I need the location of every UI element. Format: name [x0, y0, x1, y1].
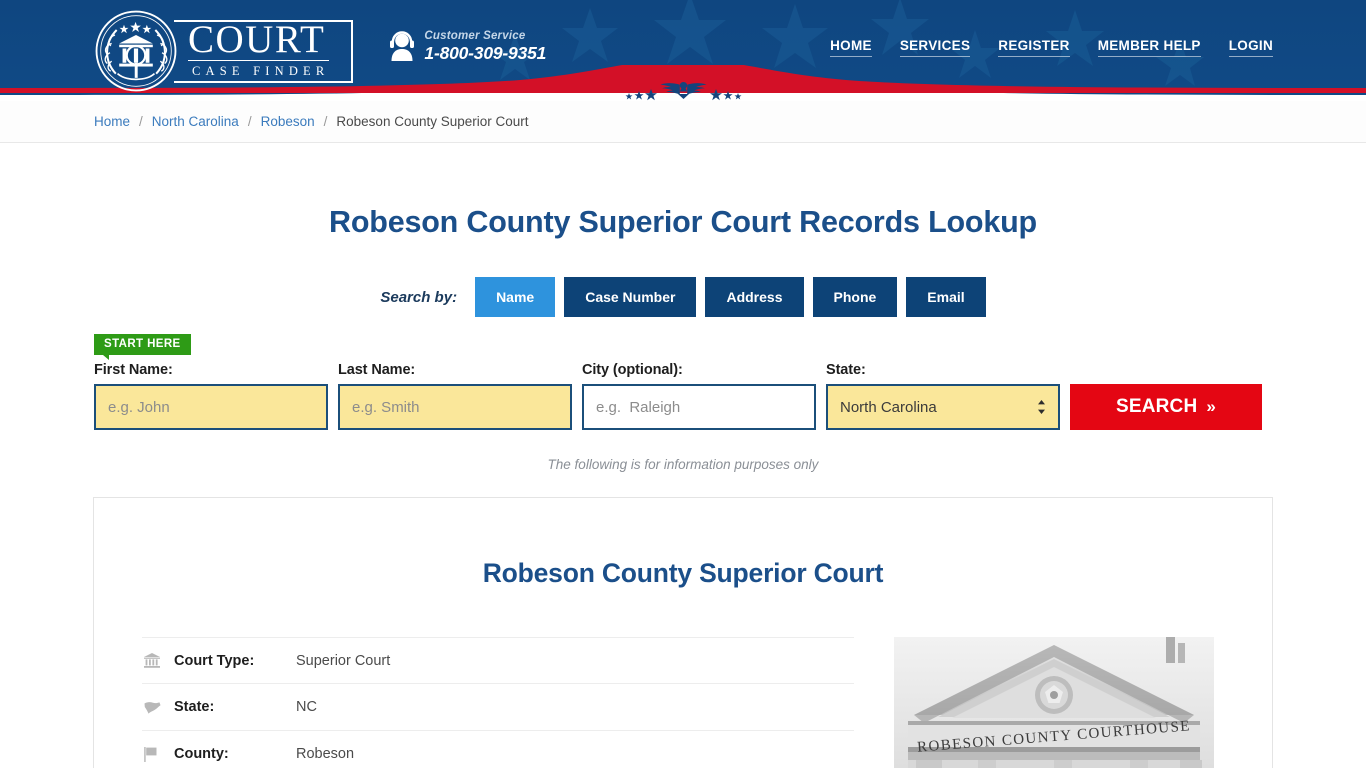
first-name-field-group: First Name:: [94, 362, 328, 430]
last-name-field-group: Last Name:: [338, 362, 572, 430]
customer-service-label: Customer Service: [424, 30, 526, 42]
breadcrumb-bar: Home / North Carolina / Robeson / Robeso…: [0, 101, 1366, 143]
court-type-key: Court Type:: [174, 652, 255, 669]
tab-name[interactable]: Name: [475, 277, 556, 317]
state-key: State:: [174, 699, 215, 715]
nav-register[interactable]: REGISTER: [998, 38, 1070, 57]
search-button[interactable]: SEARCH »: [1070, 384, 1262, 430]
nav-services[interactable]: SERVICES: [899, 38, 971, 57]
courthouse-photo-graphic: ROBESON COUNTY COURTHOUSE: [894, 637, 1214, 768]
court-detail-card: Robeson County Superior Court Court Type…: [93, 497, 1273, 768]
breadcrumb-item-current: Robeson County Superior Court: [336, 114, 529, 129]
bank-building-icon: [144, 653, 174, 668]
nav-login[interactable]: LOGIN: [1228, 38, 1273, 57]
search-by-tabs: Search by: Name Case Number Address Phon…: [93, 277, 1273, 317]
table-row: County: Robeson: [142, 731, 854, 768]
logo-subword: CASE FINDER: [192, 64, 330, 79]
site-header: COURT CASE FINDER Customer Service 1-800…: [0, 0, 1366, 101]
tab-email[interactable]: Email: [906, 277, 986, 317]
customer-service-phone[interactable]: 1-800-309-9351: [424, 44, 546, 63]
breadcrumb: Home / North Carolina / Robeson / Robeso…: [93, 114, 1273, 129]
breadcrumb-separator: /: [247, 114, 252, 129]
start-here-badge: START HERE: [94, 334, 191, 360]
eagle-emblem-icon: [625, 82, 742, 101]
breadcrumb-item-north-carolina[interactable]: North Carolina: [152, 114, 239, 129]
county-value: Robeson: [296, 746, 355, 762]
us-map-icon: [144, 701, 174, 714]
city-input[interactable]: [582, 384, 816, 430]
nav-member-help[interactable]: MEMBER HELP: [1097, 38, 1201, 57]
city-label: City (optional):: [582, 362, 683, 378]
court-name-heading: Robeson County Superior Court: [482, 558, 884, 588]
double-chevron-right-icon: »: [1206, 397, 1217, 416]
state-select-wrap: North Carolina: [826, 384, 1060, 430]
state-label: State:: [826, 362, 866, 378]
tab-case-number[interactable]: Case Number: [564, 277, 697, 317]
state-value: NC: [296, 699, 317, 715]
city-field-group: City (optional):: [582, 362, 816, 430]
court-type-value: Superior Court: [296, 652, 391, 669]
customer-service-block[interactable]: Customer Service 1-800-309-9351: [389, 30, 546, 62]
table-row: State: NC: [142, 684, 854, 731]
search-by-label: Search by:: [380, 288, 458, 306]
breadcrumb-separator: /: [139, 114, 143, 129]
county-key: County:: [174, 746, 229, 762]
last-name-input[interactable]: [338, 384, 572, 430]
breadcrumb-separator: /: [323, 114, 328, 129]
flag-icon: [144, 746, 174, 762]
breadcrumb-item-robeson[interactable]: Robeson: [261, 114, 315, 129]
state-field-group: State: North Carolina: [826, 362, 1060, 430]
robeson-county-courthouse-photo: ROBESON COUNTY COURTHOUSE: [894, 637, 1214, 768]
nav-home[interactable]: HOME: [830, 38, 872, 57]
last-name-label: Last Name:: [338, 362, 416, 378]
court-card-body: Court Type: Superior Court State: NC Cou…: [142, 637, 1224, 768]
first-name-input[interactable]: [94, 384, 328, 430]
tab-phone[interactable]: Phone: [812, 277, 898, 317]
headset-support-icon: [390, 31, 415, 62]
first-name-label: First Name:: [94, 362, 173, 378]
search-button-label: SEARCH: [1115, 396, 1198, 417]
court-seal-icon: [95, 10, 177, 92]
court-details-table: Court Type: Superior Court State: NC Cou…: [142, 637, 854, 768]
state-select[interactable]: North Carolina: [826, 384, 1060, 430]
tab-address[interactable]: Address: [705, 277, 804, 317]
page-title: Robeson County Superior Court Records Lo…: [329, 205, 1037, 239]
breadcrumb-item-home[interactable]: Home: [94, 114, 130, 129]
table-row: Court Type: Superior Court: [142, 637, 854, 684]
record-search-form: First Name: Last Name: City (optional): …: [93, 362, 1273, 430]
logo-word: COURT: [188, 20, 330, 62]
main-content: Robeson County Superior Court Records Lo…: [93, 205, 1273, 768]
main-navigation: HOME SERVICES REGISTER MEMBER HELP LOGIN: [830, 38, 1273, 57]
logo-wordmark: COURT CASE FINDER: [174, 19, 354, 83]
information-disclaimer: The following is for information purpose…: [547, 457, 819, 472]
site-logo[interactable]: COURT CASE FINDER: [94, 9, 354, 93]
